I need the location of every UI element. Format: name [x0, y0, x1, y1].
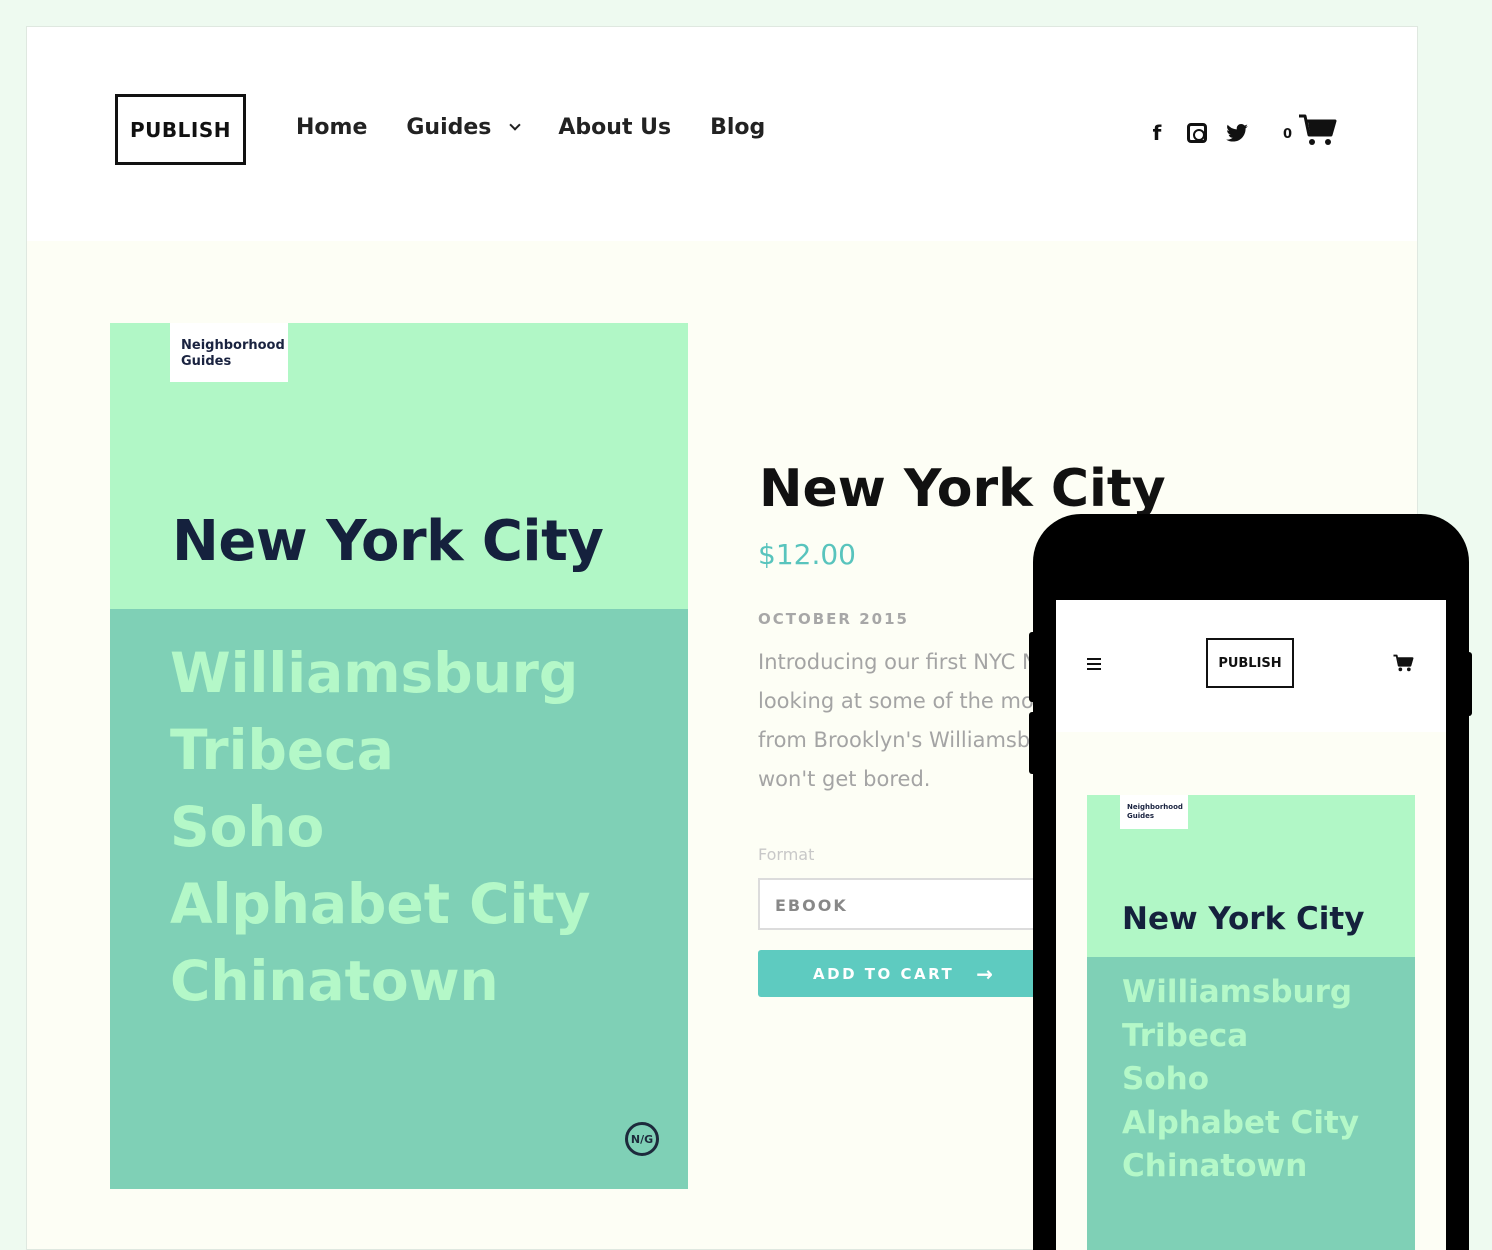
mobile-cart-icon[interactable]: [1392, 654, 1414, 676]
mobile-neighborhood-item: Williamsburg: [1122, 974, 1353, 1010]
site-logo[interactable]: PUBLISH: [115, 94, 246, 165]
site-header: PUBLISH Home Guides About Us Blog f 0: [27, 27, 1417, 241]
product-description: Introducing our first NYC N looking at s…: [758, 643, 1048, 799]
neighborhood-item: Tribeca: [170, 718, 394, 782]
cart-count: 0: [1283, 127, 1293, 142]
nav-home[interactable]: Home: [296, 115, 367, 140]
mobile-tag-line-2: Guides: [1127, 812, 1155, 820]
description-line: won't get bored.: [758, 767, 931, 791]
main-nav: Home Guides About Us Blog: [296, 115, 804, 140]
mobile-book-cover[interactable]: Neighborhood Guides New York City Willia…: [1087, 795, 1415, 1250]
tag-line-2: Guides: [181, 354, 232, 369]
mobile-neighborhood-item: Tribeca: [1122, 1017, 1249, 1054]
description-line: looking at some of the mo: [758, 689, 1034, 713]
mobile-neighborhood-item: Soho: [1122, 1061, 1209, 1097]
product-title: New York City: [759, 459, 1166, 519]
description-line: Introducing our first NYC N: [758, 650, 1038, 674]
nav-guides-label: Guides: [406, 115, 492, 140]
format-select[interactable]: EBOOK: [758, 878, 1048, 930]
mobile-neighborhood-list: Williamsburg Tribeca Soho Alphabet City …: [1122, 971, 1359, 1189]
facebook-icon[interactable]: f: [1145, 121, 1169, 145]
neighborhood-item: Soho: [170, 795, 325, 859]
add-to-cart-label: ADD TO CART: [813, 964, 955, 983]
neighborhood-item: Alphabet City: [170, 872, 591, 936]
instagram-icon[interactable]: [1185, 121, 1209, 145]
chevron-down-icon: [509, 118, 522, 131]
arrow-right-icon: →: [976, 961, 993, 986]
nav-about-us[interactable]: About Us: [558, 115, 671, 140]
nav-home-label: Home: [296, 115, 368, 140]
nav-blog[interactable]: Blog: [710, 115, 765, 140]
mobile-logo[interactable]: PUBLISH: [1206, 638, 1294, 688]
neighborhood-item: Chinatown: [170, 949, 499, 1013]
cover-title: New York City: [172, 509, 604, 574]
mobile-cover-title: New York City: [1122, 901, 1365, 937]
nav-blog-label: Blog: [710, 115, 766, 140]
neighborhood-guides-tag: Neighborhood Guides: [170, 323, 288, 382]
mobile-neighborhood-item: Chinatown: [1122, 1148, 1308, 1184]
mobile-site-preview: PUBLISH Neighborhood Guides New York Cit…: [1056, 600, 1446, 1250]
hamburger-menu-icon[interactable]: [1087, 658, 1101, 673]
mobile-tag-line-1: Neighborhood: [1127, 803, 1183, 811]
neighborhood-item: Williamsburg: [170, 641, 579, 705]
format-label: Format: [758, 845, 815, 864]
add-to-cart-button[interactable]: ADD TO CART →: [758, 950, 1048, 997]
mobile-neighborhood-guides-tag: Neighborhood Guides: [1120, 795, 1188, 829]
twitter-icon[interactable]: [1225, 121, 1249, 145]
product-price: $12.00: [758, 538, 856, 571]
nav-guides[interactable]: Guides: [406, 115, 522, 140]
book-cover[interactable]: Neighborhood Guides New York City Willia…: [110, 323, 688, 1189]
nav-about-label: About Us: [558, 115, 672, 140]
tag-line-1: Neighborhood: [181, 338, 285, 353]
cart-icon[interactable]: [1297, 113, 1337, 151]
description-line: from Brooklyn's Williamsb: [758, 728, 1031, 752]
mobile-header: PUBLISH: [1056, 600, 1446, 732]
social-links: f: [1145, 121, 1265, 145]
ng-badge-icon: N/G: [625, 1122, 659, 1156]
mobile-neighborhood-item: Alphabet City: [1122, 1104, 1360, 1141]
product-date: OCTOBER 2015: [758, 610, 909, 628]
neighborhood-list: Williamsburg Tribeca Soho Alphabet City …: [170, 635, 591, 1020]
